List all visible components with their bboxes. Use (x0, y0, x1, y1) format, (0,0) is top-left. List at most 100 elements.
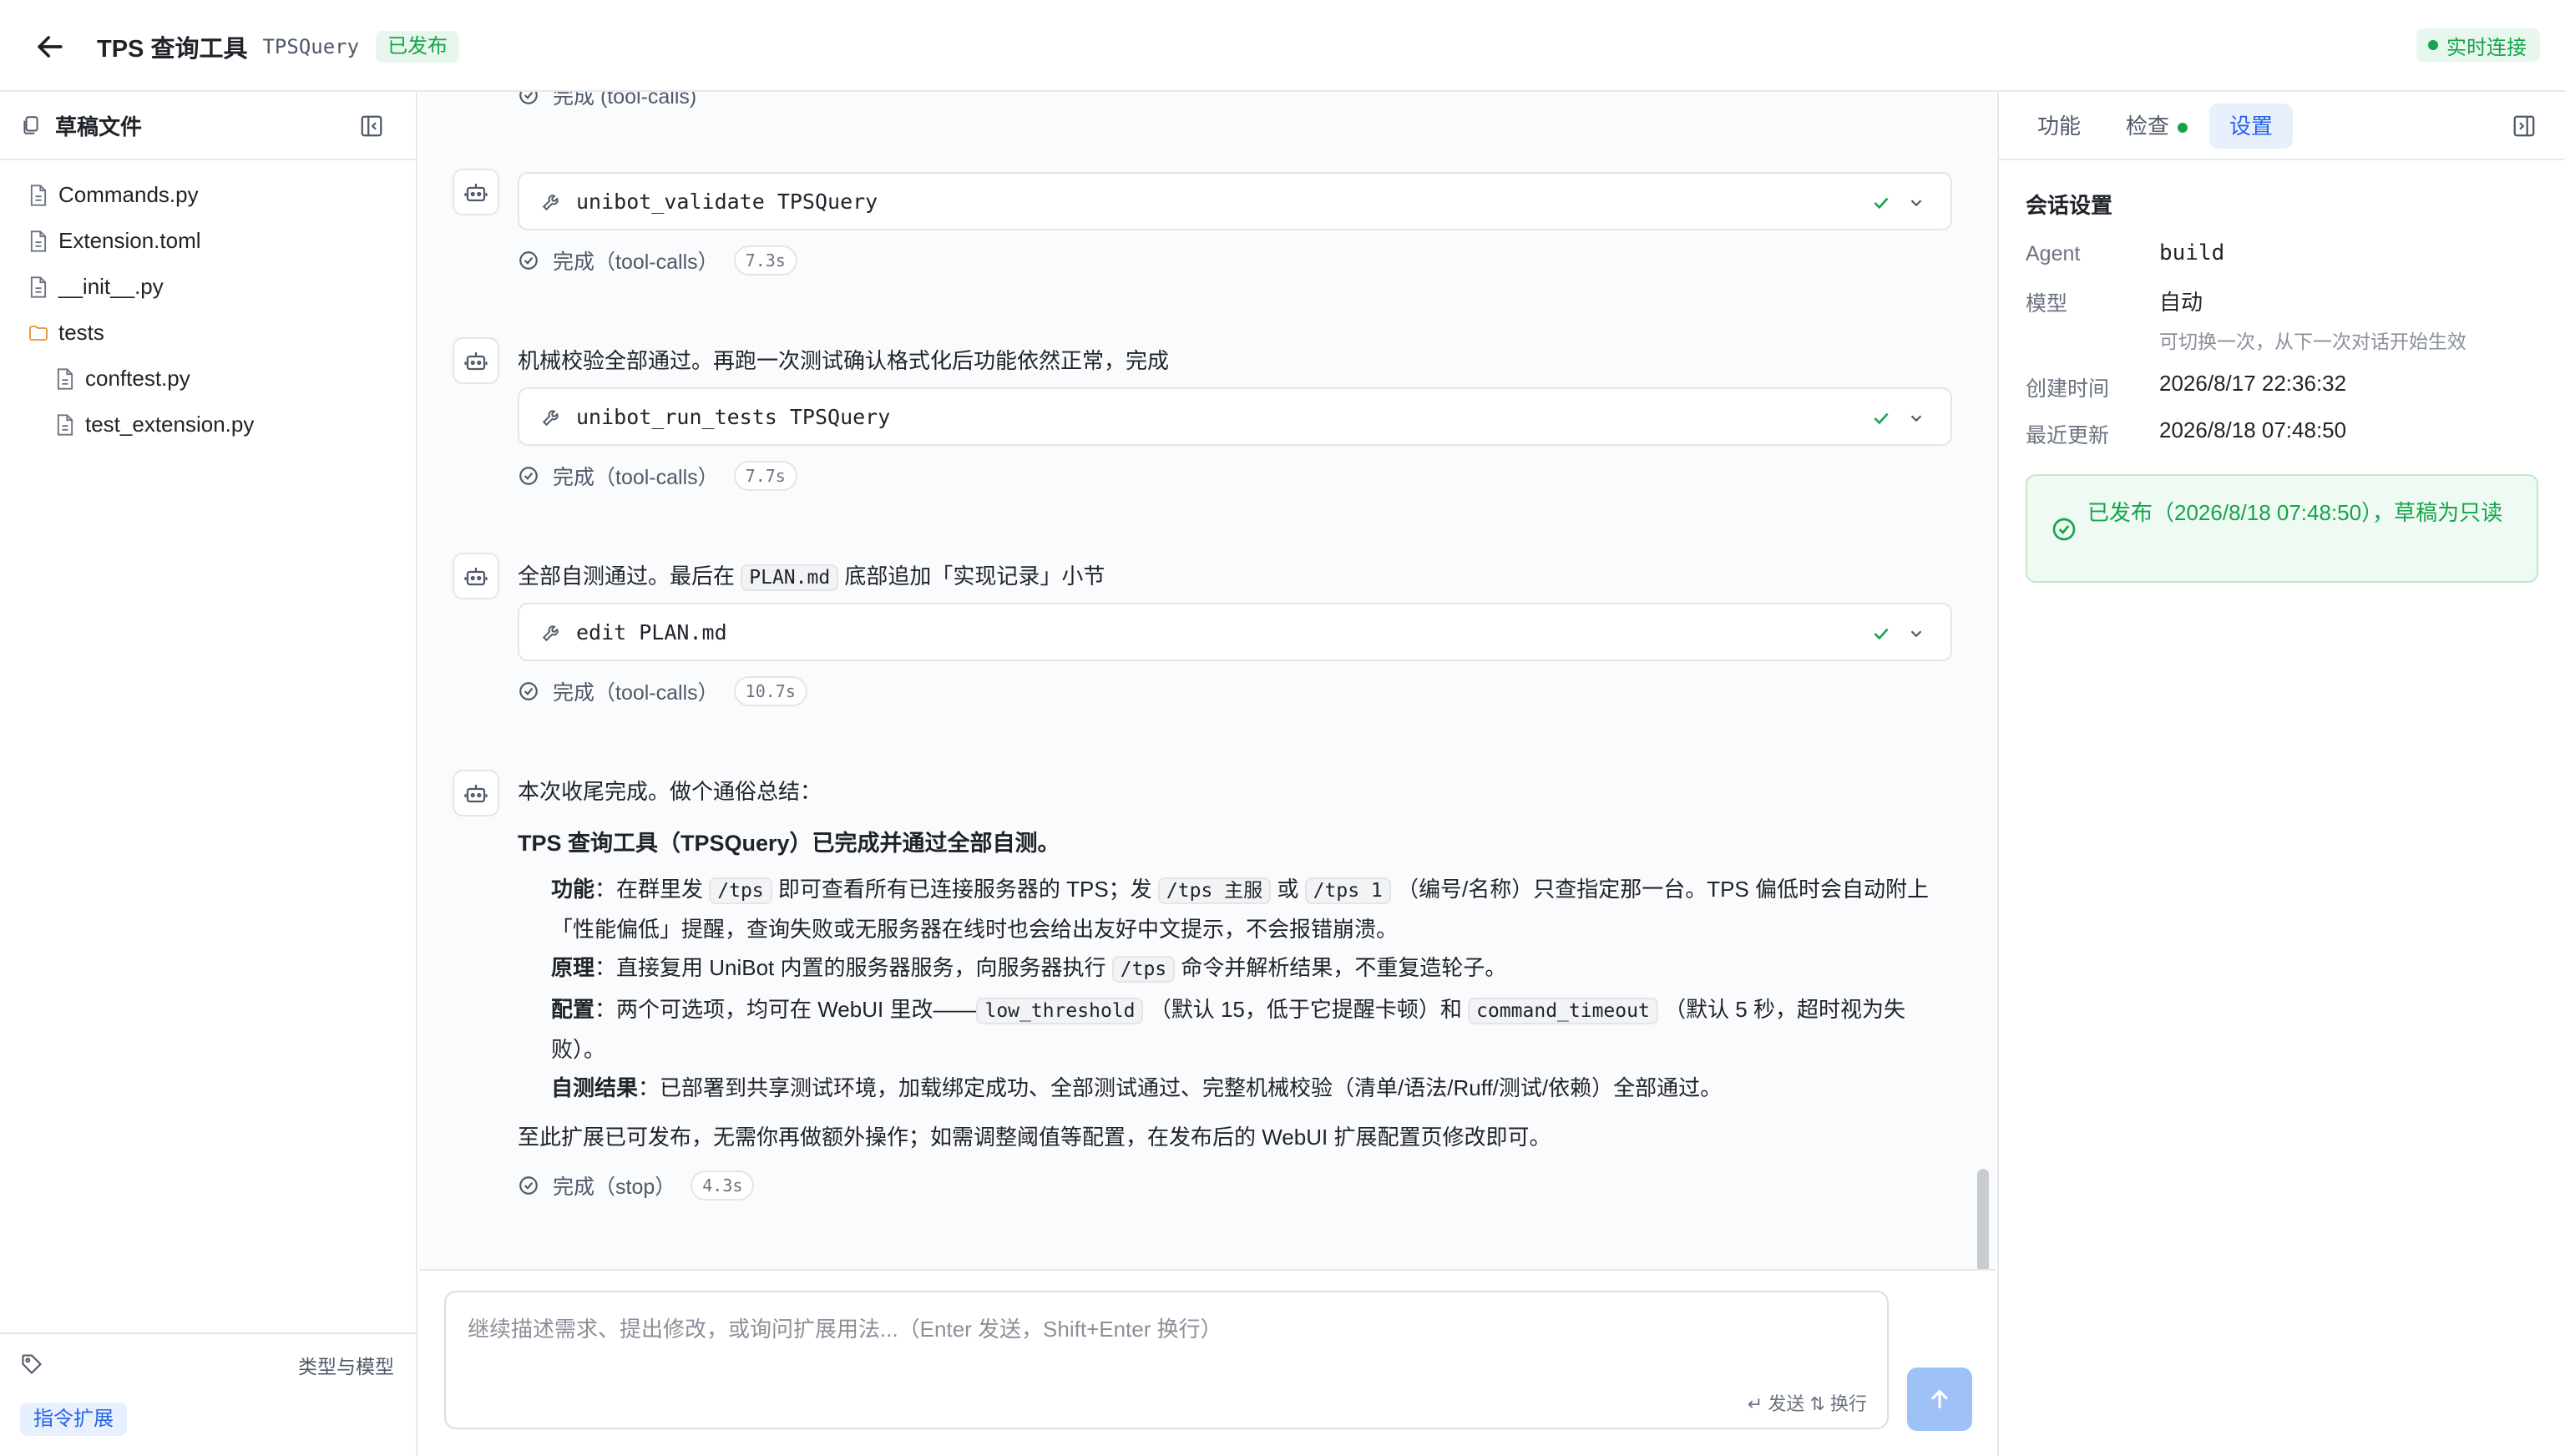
collapse-sidebar-icon[interactable] (359, 114, 384, 139)
file-test-extension-py[interactable]: test_extension.py (0, 402, 416, 447)
back-arrow-icon[interactable] (32, 28, 68, 65)
wrench-icon (542, 195, 559, 211)
duration-badge: 4.3s (691, 1170, 755, 1201)
type-model-label[interactable]: 类型与模型 (298, 1351, 394, 1379)
folder-tests[interactable]: tests (0, 310, 416, 356)
inline-code: /tps 主服 (1157, 877, 1272, 904)
bullet-text: 或 (1277, 877, 1299, 902)
agent-value: build (2159, 240, 2225, 265)
bullet-label: 原理 (551, 955, 595, 980)
file-conftest-py[interactable]: conftest.py (0, 356, 416, 402)
inline-code: command_timeout (1468, 998, 1658, 1024)
tab-label: 检查 (2126, 114, 2170, 139)
message-text-part: 全部自测通过。最后在 (518, 564, 736, 589)
app-title: TPS 查询工具 (97, 36, 248, 63)
message-text: 机械校验全部通过。再跑一次测试确认格式化后功能依然正常，完成 (518, 348, 1170, 373)
title-group: TPS 查询工具 TPSQuery 已发布 (97, 28, 460, 65)
check-circle-icon (519, 467, 538, 485)
tool-call-card[interactable]: unibot_run_tests TPSQuery (518, 387, 1952, 446)
model-note: 可切换一次，从下一次对话开始生效 (2159, 331, 2466, 352)
chevron-down-icon[interactable] (1907, 409, 1925, 427)
bullet-text: ：已部署到共享测试环境，加载绑定成功、全部测试通过、完整机械校验（清单/语法/R… (638, 1075, 1723, 1100)
published-badge: 已发布 (376, 31, 460, 63)
draft-files-sidebar: 草稿文件 Commands.py Extension.toml __init__… (0, 92, 417, 1456)
folder-icon (29, 325, 48, 341)
status-text: 完成（tool-calls） (553, 250, 719, 274)
files-icon (23, 116, 38, 134)
sidebar-title: 草稿文件 (55, 114, 143, 139)
chevron-down-icon[interactable] (1907, 624, 1925, 643)
bot-avatar (453, 770, 499, 816)
robot-icon (464, 785, 488, 803)
tab-check[interactable]: 检查 (2106, 104, 2208, 149)
bot-avatar (453, 553, 499, 599)
status-row-partial: 完成 (tool-calls) (518, 92, 696, 112)
composer: 继续描述需求、提出修改，或询问扩展用法...（Enter 发送，Shift+En… (419, 1269, 1996, 1456)
input-placeholder: 继续描述需求、提出修改，或询问扩展用法...（Enter 发送，Shift+En… (468, 1317, 1222, 1342)
extension-type-chip[interactable]: 指令扩展 (20, 1403, 127, 1436)
tab-features[interactable]: 功能 (2017, 104, 2101, 149)
duration-badge: 10.7s (733, 676, 807, 706)
inline-code: low_threshold (976, 998, 1144, 1024)
collapse-panel-icon[interactable] (2512, 114, 2537, 139)
bullet-text: 即可查看所有已连接服务器的 TPS；发 (777, 877, 1152, 902)
inline-code: /tps (709, 877, 772, 904)
bullet-text: 败）。 (551, 1037, 606, 1062)
status-text: 完成（stop） (553, 1175, 676, 1199)
status-row: 完成（tool-calls） 7.7s (518, 459, 797, 493)
bullet-label: 配置 (551, 997, 595, 1022)
status-row: 完成（tool-calls） 10.7s (518, 675, 807, 708)
robot-icon (464, 568, 488, 586)
bullet-label: 自测结果 (551, 1075, 639, 1100)
agent-label: Agent (2026, 242, 2081, 265)
send-button[interactable] (1907, 1368, 1972, 1431)
bullet-text: ：直接复用 UniBot 内置的服务器服务，向服务器执行 (594, 955, 1106, 980)
file-icon (30, 184, 47, 206)
summary-bullet-testing: 自测结果：已部署到共享测试环境，加载绑定成功、全部测试通过、完整机械校验（清单/… (551, 1069, 1954, 1107)
robot-icon (464, 184, 488, 202)
settings-panel: 功能 检查 设置 会话设置 Agent build 模型 自动 可切换一次，从下… (1997, 92, 2565, 1456)
tool-command: unibot_validate TPSQuery (576, 189, 878, 214)
folder-name: tests (58, 320, 104, 345)
message-input[interactable]: 继续描述需求、提出修改，或询问扩展用法...（Enter 发送，Shift+En… (444, 1291, 1889, 1429)
arrow-up-icon (1931, 1390, 1948, 1408)
bullet-text: （默认 5 秒，超时视为失 (1664, 997, 1905, 1022)
bullet-text: （默认 15，低于它提醒卡顿）和 (1149, 997, 1462, 1022)
check-icon (1874, 412, 1889, 425)
input-hint: ↵ 发送 ⇅ 换行 (1747, 1393, 1867, 1414)
tool-call-card[interactable]: unibot_validate TPSQuery (518, 172, 1952, 230)
file-commands-py[interactable]: Commands.py (0, 172, 416, 218)
file-name: Extension.toml (58, 228, 201, 253)
status-text: 完成（tool-calls） (553, 466, 719, 489)
status-row: 完成（tool-calls） 7.3s (518, 244, 797, 277)
bot-avatar (453, 169, 499, 215)
live-label: 实时连接 (2446, 36, 2527, 59)
created-label: 创建时间 (2026, 377, 2110, 401)
chevron-down-icon[interactable] (1907, 194, 1925, 212)
check-circle-icon (2052, 518, 2076, 541)
check-circle-icon (519, 682, 538, 700)
status-text: 完成（tool-calls） (553, 681, 719, 705)
file-extension-toml[interactable]: Extension.toml (0, 218, 416, 264)
bot-avatar (453, 337, 499, 384)
updated-value: 2026/8/18 07:48:50 (2159, 417, 2347, 442)
duration-badge: 7.7s (733, 461, 797, 491)
bullet-text: 「性能偏低」提醒，查询失败或无服务器在线时也会给出友好中文提示，不会报错崩溃。 (551, 917, 1399, 942)
tag-icon (22, 1354, 42, 1374)
bullet-text: （编号/名称）只查指定那一台。TPS 偏低时会自动附上 (1396, 877, 1929, 902)
top-header: TPS 查询工具 TPSQuery 已发布 实时连接 (0, 0, 2565, 92)
duration-badge: 7.3s (733, 245, 797, 276)
status-dot-icon (2178, 123, 2188, 134)
model-value[interactable]: 自动 (2159, 286, 2203, 316)
created-value: 2026/8/17 22:36:32 (2159, 371, 2347, 396)
updated-label: 最近更新 (2026, 424, 2110, 447)
chat-scrollbar[interactable] (1977, 1169, 1989, 1272)
tool-command: edit PLAN.md (576, 619, 727, 645)
tool-call-card[interactable]: edit PLAN.md (518, 603, 1952, 661)
app-id: TPSQuery (262, 35, 360, 58)
file-init-py[interactable]: __init__.py (0, 264, 416, 310)
tab-settings[interactable]: 设置 (2209, 104, 2294, 149)
wrench-icon (542, 410, 559, 427)
status-text: 完成 (tool-calls) (553, 92, 697, 109)
check-circle-icon (519, 92, 538, 104)
